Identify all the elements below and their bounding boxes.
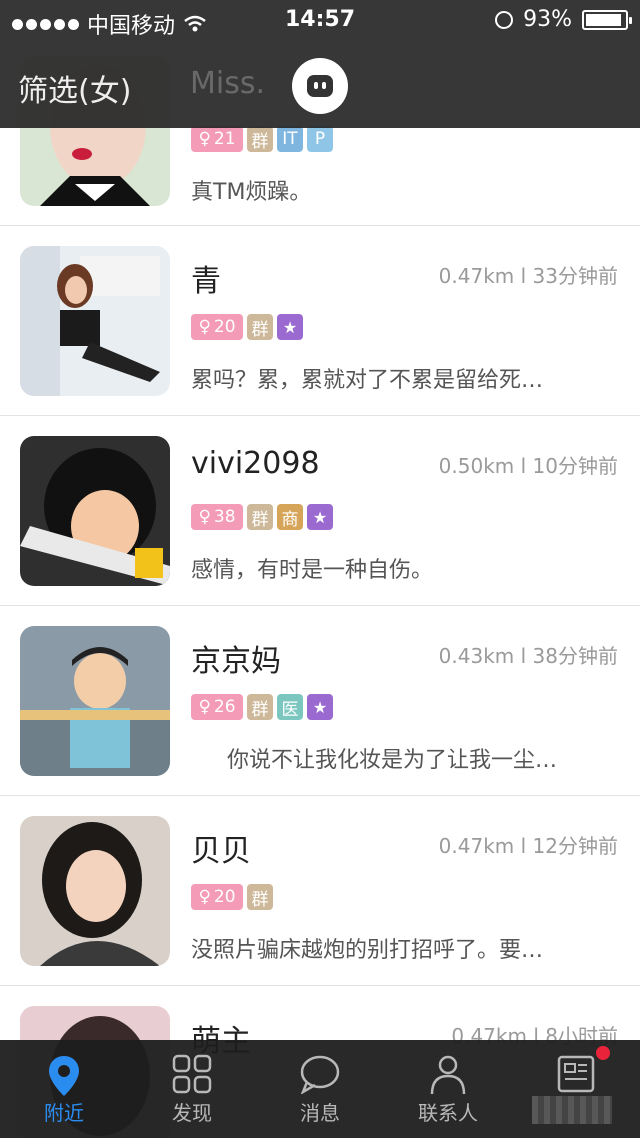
badge-group: ♀ 20 群: [191, 884, 273, 910]
distance-time: 0.43km l 38分钟前: [438, 644, 618, 668]
star-icon: ★: [307, 504, 333, 530]
tab-label: 发现: [172, 1101, 212, 1125]
tab-nearby[interactable]: 附近: [0, 1040, 128, 1138]
user-name: 京京妈: [191, 644, 281, 679]
group-badge: 群: [247, 126, 273, 152]
female-icon: ♀: [198, 317, 211, 337]
signature: 没照片骗床越炮的别打招呼了。要…: [191, 938, 544, 963]
top-bar: 中国移动 14:57 93% Miss. 筛选(女): [0, 0, 640, 128]
group-badge: 群: [247, 504, 273, 530]
user-name: 青: [191, 264, 221, 299]
person-icon: [430, 1055, 466, 1095]
female-icon: ♀: [198, 129, 211, 149]
list-item[interactable]: vivi2098 0.50km l 10分钟前 ♀ 38 群 商 ★ 感情，有时是…: [0, 416, 640, 606]
badge-group: ♀ 38 群 商 ★: [191, 504, 333, 530]
badge-group: ♀ 26 群 医 ★: [191, 694, 333, 720]
tab-bar: 附近 发现 消息 联系人: [0, 1040, 640, 1138]
group-badge: 群: [247, 884, 273, 910]
tab-discover[interactable]: 发现: [128, 1040, 256, 1138]
job-badge: IT: [277, 126, 303, 152]
tab-profile[interactable]: [512, 1040, 640, 1138]
filter-button[interactable]: 筛选(女): [18, 66, 131, 110]
age-badge: ♀ 26: [191, 694, 243, 720]
chat-room-icon: [307, 75, 333, 97]
watermark: [532, 1096, 612, 1124]
star-icon: ★: [307, 694, 333, 720]
female-icon: ♀: [198, 507, 211, 527]
user-name: 贝贝: [191, 834, 251, 869]
alarm-icon: [495, 10, 514, 29]
grid-icon: [172, 1054, 212, 1094]
status-bar: 中国移动 14:57 93%: [0, 0, 640, 40]
business-badge: 商: [277, 504, 303, 530]
signature: 你说不让我化妆是为了让我一尘…: [227, 748, 558, 773]
avatar: [20, 816, 170, 966]
battery-percent: 93%: [523, 7, 572, 32]
badge-group: ♀ 21 群 IT P: [191, 126, 333, 152]
list-item[interactable]: 青 0.47km l 33分钟前 ♀ 20 群 ★ 累吗？累，累就对了不累是留给死…: [0, 226, 640, 416]
group-badge: 群: [247, 314, 273, 340]
battery-fill: [586, 13, 622, 26]
age-badge: ♀ 21: [191, 126, 243, 152]
group-badge: 群: [247, 694, 273, 720]
tab-label: 附近: [44, 1101, 84, 1125]
age-badge: ♀ 20: [191, 884, 243, 910]
user-name: vivi2098: [191, 446, 320, 481]
age-badge: ♀ 20: [191, 314, 243, 340]
distance-time: 0.50km l 10分钟前: [438, 454, 618, 478]
photo-badge: P: [307, 126, 333, 152]
signature: 感情，有时是一种自伤。: [191, 558, 434, 583]
female-icon: ♀: [198, 887, 211, 907]
location-pin-icon: [49, 1056, 79, 1096]
tab-contacts[interactable]: 联系人: [384, 1040, 512, 1138]
star-icon: ★: [277, 314, 303, 340]
tab-label: 消息: [300, 1101, 340, 1125]
avatar: [20, 626, 170, 776]
signature: 真TM烦躁。: [191, 180, 312, 205]
tab-label: 联系人: [418, 1101, 478, 1125]
list-item[interactable]: 贝贝 0.47km l 12分钟前 ♀ 20 群 没照片骗床越炮的别打招呼了。要…: [0, 796, 640, 986]
chat-icon: [300, 1055, 340, 1094]
notification-dot: [596, 1046, 610, 1060]
distance-time: 0.47km l 33分钟前: [438, 264, 618, 288]
profile-card-icon: [557, 1055, 595, 1093]
tab-messages[interactable]: 消息: [256, 1040, 384, 1138]
avatar: [20, 246, 170, 396]
list-item[interactable]: 京京妈 0.43km l 38分钟前 ♀ 26 群 医 ★ 你说不让我化妆是为了让…: [0, 606, 640, 796]
chat-room-button[interactable]: [292, 58, 348, 114]
partial-user-name: Miss.: [190, 66, 266, 101]
battery-icon: [582, 9, 632, 30]
avatar: [20, 436, 170, 586]
signature: 累吗？累，累就对了不累是留给死…: [191, 368, 544, 393]
badge-group: ♀ 20 群 ★: [191, 314, 303, 340]
female-icon: ♀: [198, 697, 211, 717]
medical-badge: 医: [277, 694, 303, 720]
age-badge: ♀ 38: [191, 504, 243, 530]
distance-time: 0.47km l 12分钟前: [438, 834, 618, 858]
